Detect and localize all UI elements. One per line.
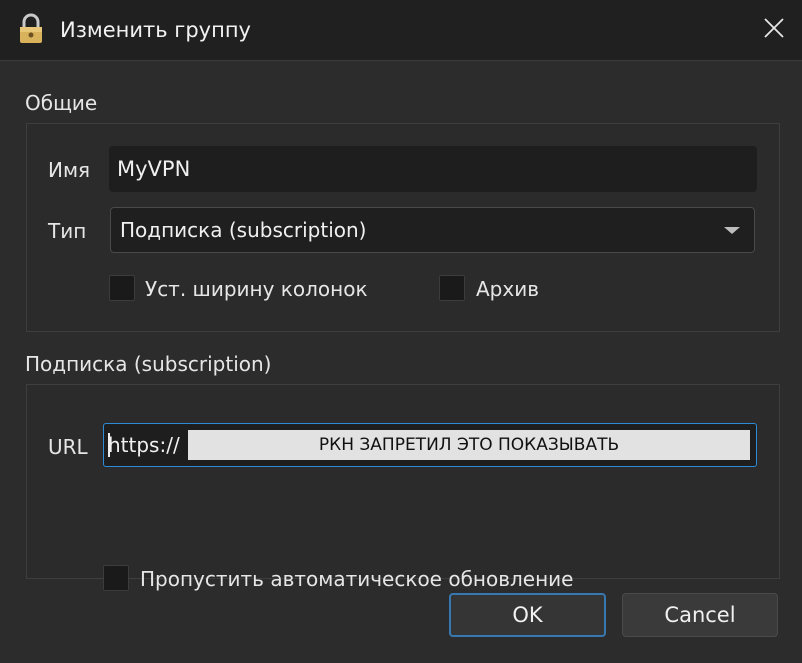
subscription-group-label: Подписка (subscription) [25, 352, 272, 376]
name-label: Имя [48, 158, 91, 182]
ok-button[interactable]: OK [449, 593, 606, 637]
close-icon [763, 17, 785, 43]
chevron-down-icon [724, 227, 740, 234]
close-button[interactable] [746, 0, 802, 60]
title-bar: Изменить группу [0, 0, 802, 60]
url-prefix: https:// [108, 433, 180, 457]
url-redaction-overlay: РКН ЗАПРЕТИЛ ЭТО ПОКАЗЫВАТЬ [188, 430, 750, 460]
window-title: Изменить группу [60, 18, 251, 42]
type-label: Тип [48, 219, 87, 243]
archive-label[interactable]: Архив [476, 275, 539, 303]
name-field[interactable]: MyVPN [109, 146, 757, 192]
general-group-box: Имя MyVPN Тип Подписка (subscription) Ус… [26, 123, 780, 332]
column-width-checkbox[interactable] [109, 275, 135, 301]
archive-checkbox[interactable] [439, 275, 465, 301]
subscription-group-box: URL https:// РКН ЗАПРЕТИЛ ЭТО ПОКАЗЫВАТЬ… [26, 384, 780, 591]
url-field[interactable]: https:// РКН ЗАПРЕТИЛ ЭТО ПОКАЗЫВАТЬ [103, 423, 757, 467]
general-group-label: Общие [25, 91, 98, 115]
cancel-button[interactable]: Cancel [622, 593, 778, 637]
type-select-value: Подписка (subscription) [120, 218, 367, 242]
dialog-body: Общие Имя MyVPN Тип Подписка (subscripti… [0, 60, 802, 663]
type-select[interactable]: Подписка (subscription) [110, 207, 755, 253]
skip-update-label[interactable]: Пропустить автоматическое обновление [140, 565, 573, 593]
url-label: URL [48, 435, 88, 459]
column-width-label[interactable]: Уст. ширину колонок [145, 275, 368, 303]
skip-update-checkbox[interactable] [103, 565, 129, 591]
lock-icon [17, 13, 45, 45]
